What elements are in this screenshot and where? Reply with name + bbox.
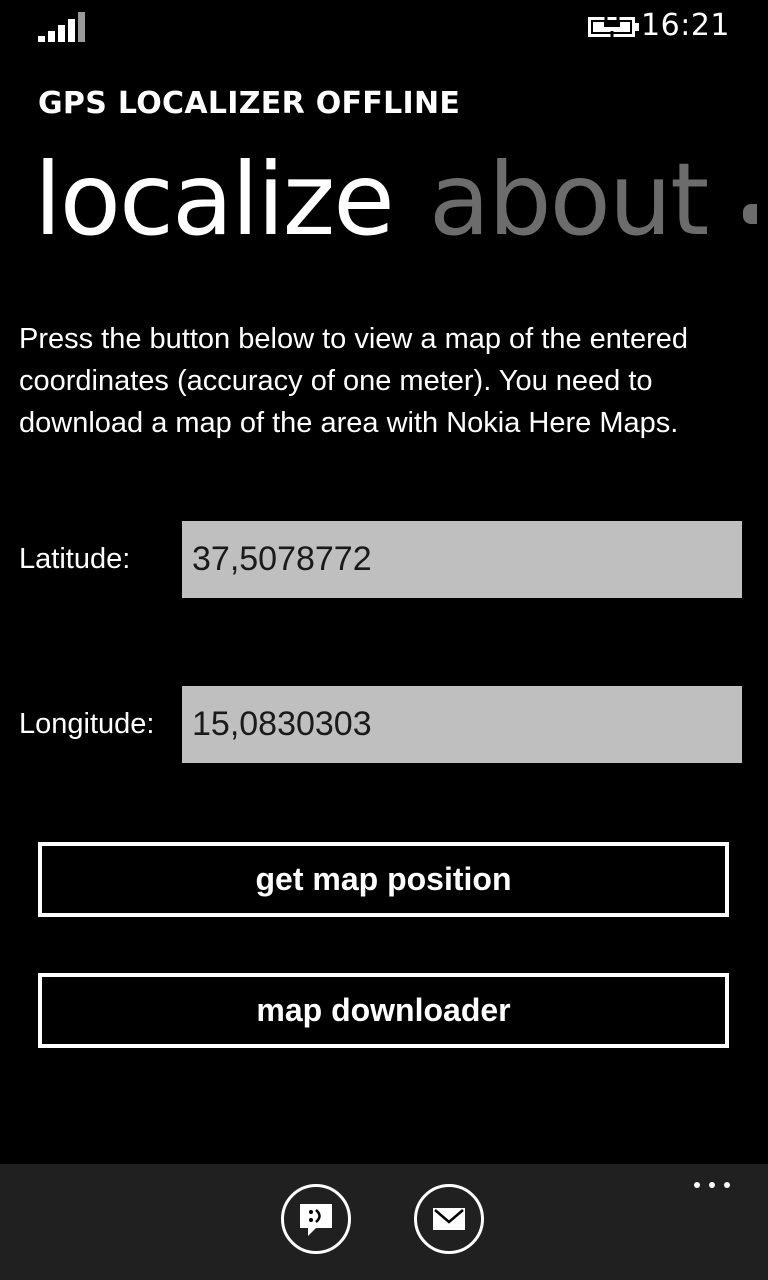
status-bar: 16:21 [0,0,768,56]
dot [724,1182,730,1188]
app-bar [0,1164,768,1280]
app-title: GPS LOCALIZER OFFLINE [38,86,461,121]
map-downloader-button[interactable]: map downloader [38,973,729,1048]
dot [709,1182,715,1188]
feedback-button[interactable] [281,1184,351,1254]
more-ellipsis-icon[interactable] [694,1182,730,1188]
instructions-text: Press the button below to view a map of … [19,323,689,439]
latitude-input[interactable] [182,521,742,598]
pivot-tab-about[interactable]: about [429,138,710,262]
feedback-smiley-icon [300,1204,332,1236]
mail-button[interactable] [414,1184,484,1254]
longitude-label: Longitude: [19,708,155,740]
pivot-tab-localize[interactable]: localize [34,138,395,262]
pivot-next-tab-fragment[interactable] [743,204,758,224]
latitude-label: Latitude: [19,543,131,575]
dot [694,1182,700,1188]
signal-strength-icon [38,12,85,42]
clock: 16:21 [641,8,730,43]
longitude-input[interactable] [182,686,742,763]
battery-charging-icon [588,14,639,40]
pivot-header: localize about [34,138,768,268]
get-map-position-button[interactable]: get map position [38,842,729,917]
mail-envelope-icon [433,1208,465,1230]
